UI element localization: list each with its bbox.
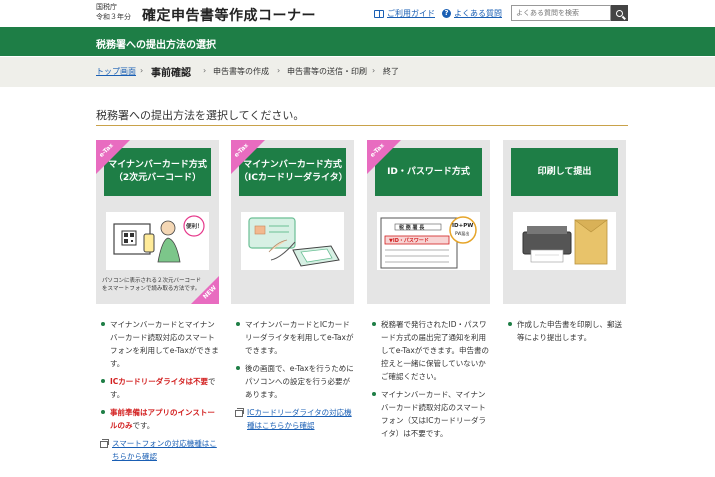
description-text: です。 [132,421,155,430]
breadcrumb-separator: › [203,66,207,75]
id-password-notice-illustration: 税 務 署 長 ▼ID・パスワード ID+PW PW届出 [377,212,480,270]
app-title: 確定申告書等作成コーナー [142,8,316,24]
option-card-print[interactable]: 印刷して提出 [503,140,626,304]
document-header-label: 税 務 署 長 [399,225,425,231]
agency-name: 国税庁 [96,3,117,11]
card-title: 印刷して提出 [511,148,618,196]
printer-icon [522,219,608,265]
question-icon: ? [442,9,451,18]
badge-sublabel: PW届出 [455,231,470,236]
page-title: 税務署への提出方法の選択 [96,40,216,51]
breadcrumb-step-send: 申告書等の送信・印刷 [287,67,367,76]
faq-link-label: よくある質問 [454,9,502,18]
alert-text: 事前準備はアプリのインストールのみ [110,408,215,430]
option-card-id-password[interactable]: ID・パスワード方式 e-Tax 税 務 署 長 ▼ID・パスワード ID+PW… [367,140,490,304]
breadcrumb-step-finish: 終了 [383,67,399,76]
alert-text: ICカードリーダライタは不要 [110,377,208,386]
description-item: 作成した申告書を印刷し、郵送等により提出します。 [507,318,628,344]
badge-label: ID+PW [452,223,474,229]
description-item: マイナンバーカード、マイナンバーカード読取対応のスマートフォン（又はICカードリ… [371,388,492,440]
tax-year: 令和３年分 [96,13,131,21]
card-title-line: 印刷して提出 [537,166,592,177]
ic-card-reader-illustration [241,212,344,270]
card-note-line: パソコンに表示される２次元バーコード [102,278,202,284]
description-mynumber-qr: マイナンバーカードとマイナンバーカード読取対応のスマートフォンを利用してe-Ta… [100,318,221,463]
phone-scan-icon [113,215,205,263]
bubble-label: 便利！ [186,224,203,230]
smartphone-compat-link[interactable]: スマートフォンの対応機種はこちらから確認 [100,437,221,463]
option-card-mynumber-ic[interactable]: マイナンバーカード方式 （ICカードリーダライタ） e-Tax [231,140,354,304]
book-icon [374,9,384,18]
description-mynumber-ic: マイナンバーカードとICカードリーダライタを利用してe-Taxができます。 後の… [235,318,356,432]
ic-reader-compat-link[interactable]: ICカードリーダライタの対応機種はこちらから確認 [235,406,356,432]
description-id-password: 税務署で発行されたID・パスワード方式の届出完了通知を利用してe-Taxができま… [371,318,492,445]
description-item: マイナンバーカードとICカードリーダライタを利用してe-Taxができます。 [235,318,356,357]
agency-label: 国税庁 令和３年分 [96,2,131,22]
breadcrumb-top[interactable]: トップ画面 [96,66,136,77]
breadcrumb-separator: › [277,66,281,75]
breadcrumb-separator: › [372,66,376,75]
guide-link[interactable]: ご利用ガイド [374,8,435,19]
faq-link[interactable]: ? よくある質問 [442,8,502,19]
faq-search-input[interactable] [511,5,611,21]
description-print: 作成した申告書を印刷し、郵送等により提出します。 [507,318,628,349]
smartphone-qr-illustration: 便利！ [106,212,209,270]
card-reader-icon [248,217,340,267]
printer-illustration [513,212,616,270]
search-icon [616,9,623,17]
breadcrumb-step-create: 申告書等の作成 [213,67,269,76]
description-item: 税務署で発行されたID・パスワード方式の届出完了通知を利用してe-Taxができま… [371,318,492,383]
search-button[interactable] [611,5,628,21]
instruction-divider [96,125,628,126]
card-note-line: をスマートフォンで読み取る方法です。 [102,286,201,292]
card-note: パソコンに表示される２次元バーコード をスマートフォンで読み取る方法です。 [102,277,202,293]
description-item: ICカードリーダライタは不要です。 [100,375,221,401]
instruction-text: 税務署への提出方法を選択してください。 [96,109,305,122]
option-card-mynumber-qr[interactable]: マイナンバーカード方式 （2次元バーコード） e-Tax 便利！ パソコンに表示… [96,140,219,304]
breadcrumb-current: 事前確認 [151,68,191,79]
guide-link-label: ご利用ガイド [387,9,435,18]
breadcrumb-separator: › [140,66,144,75]
top-header: 国税庁 令和３年分 確定申告書等作成コーナー ご利用ガイド ? よくある質問 [0,0,715,27]
description-item: 後の画面で、e-Taxを行うためにパソコンへの設定を行う必要があります。 [235,362,356,401]
description-item: マイナンバーカードとマイナンバーカード読取対応のスマートフォンを利用してe-Ta… [100,318,221,370]
description-item: 事前準備はアプリのインストールのみです。 [100,406,221,432]
document-strip-label: ▼ID・パスワード [389,238,429,244]
